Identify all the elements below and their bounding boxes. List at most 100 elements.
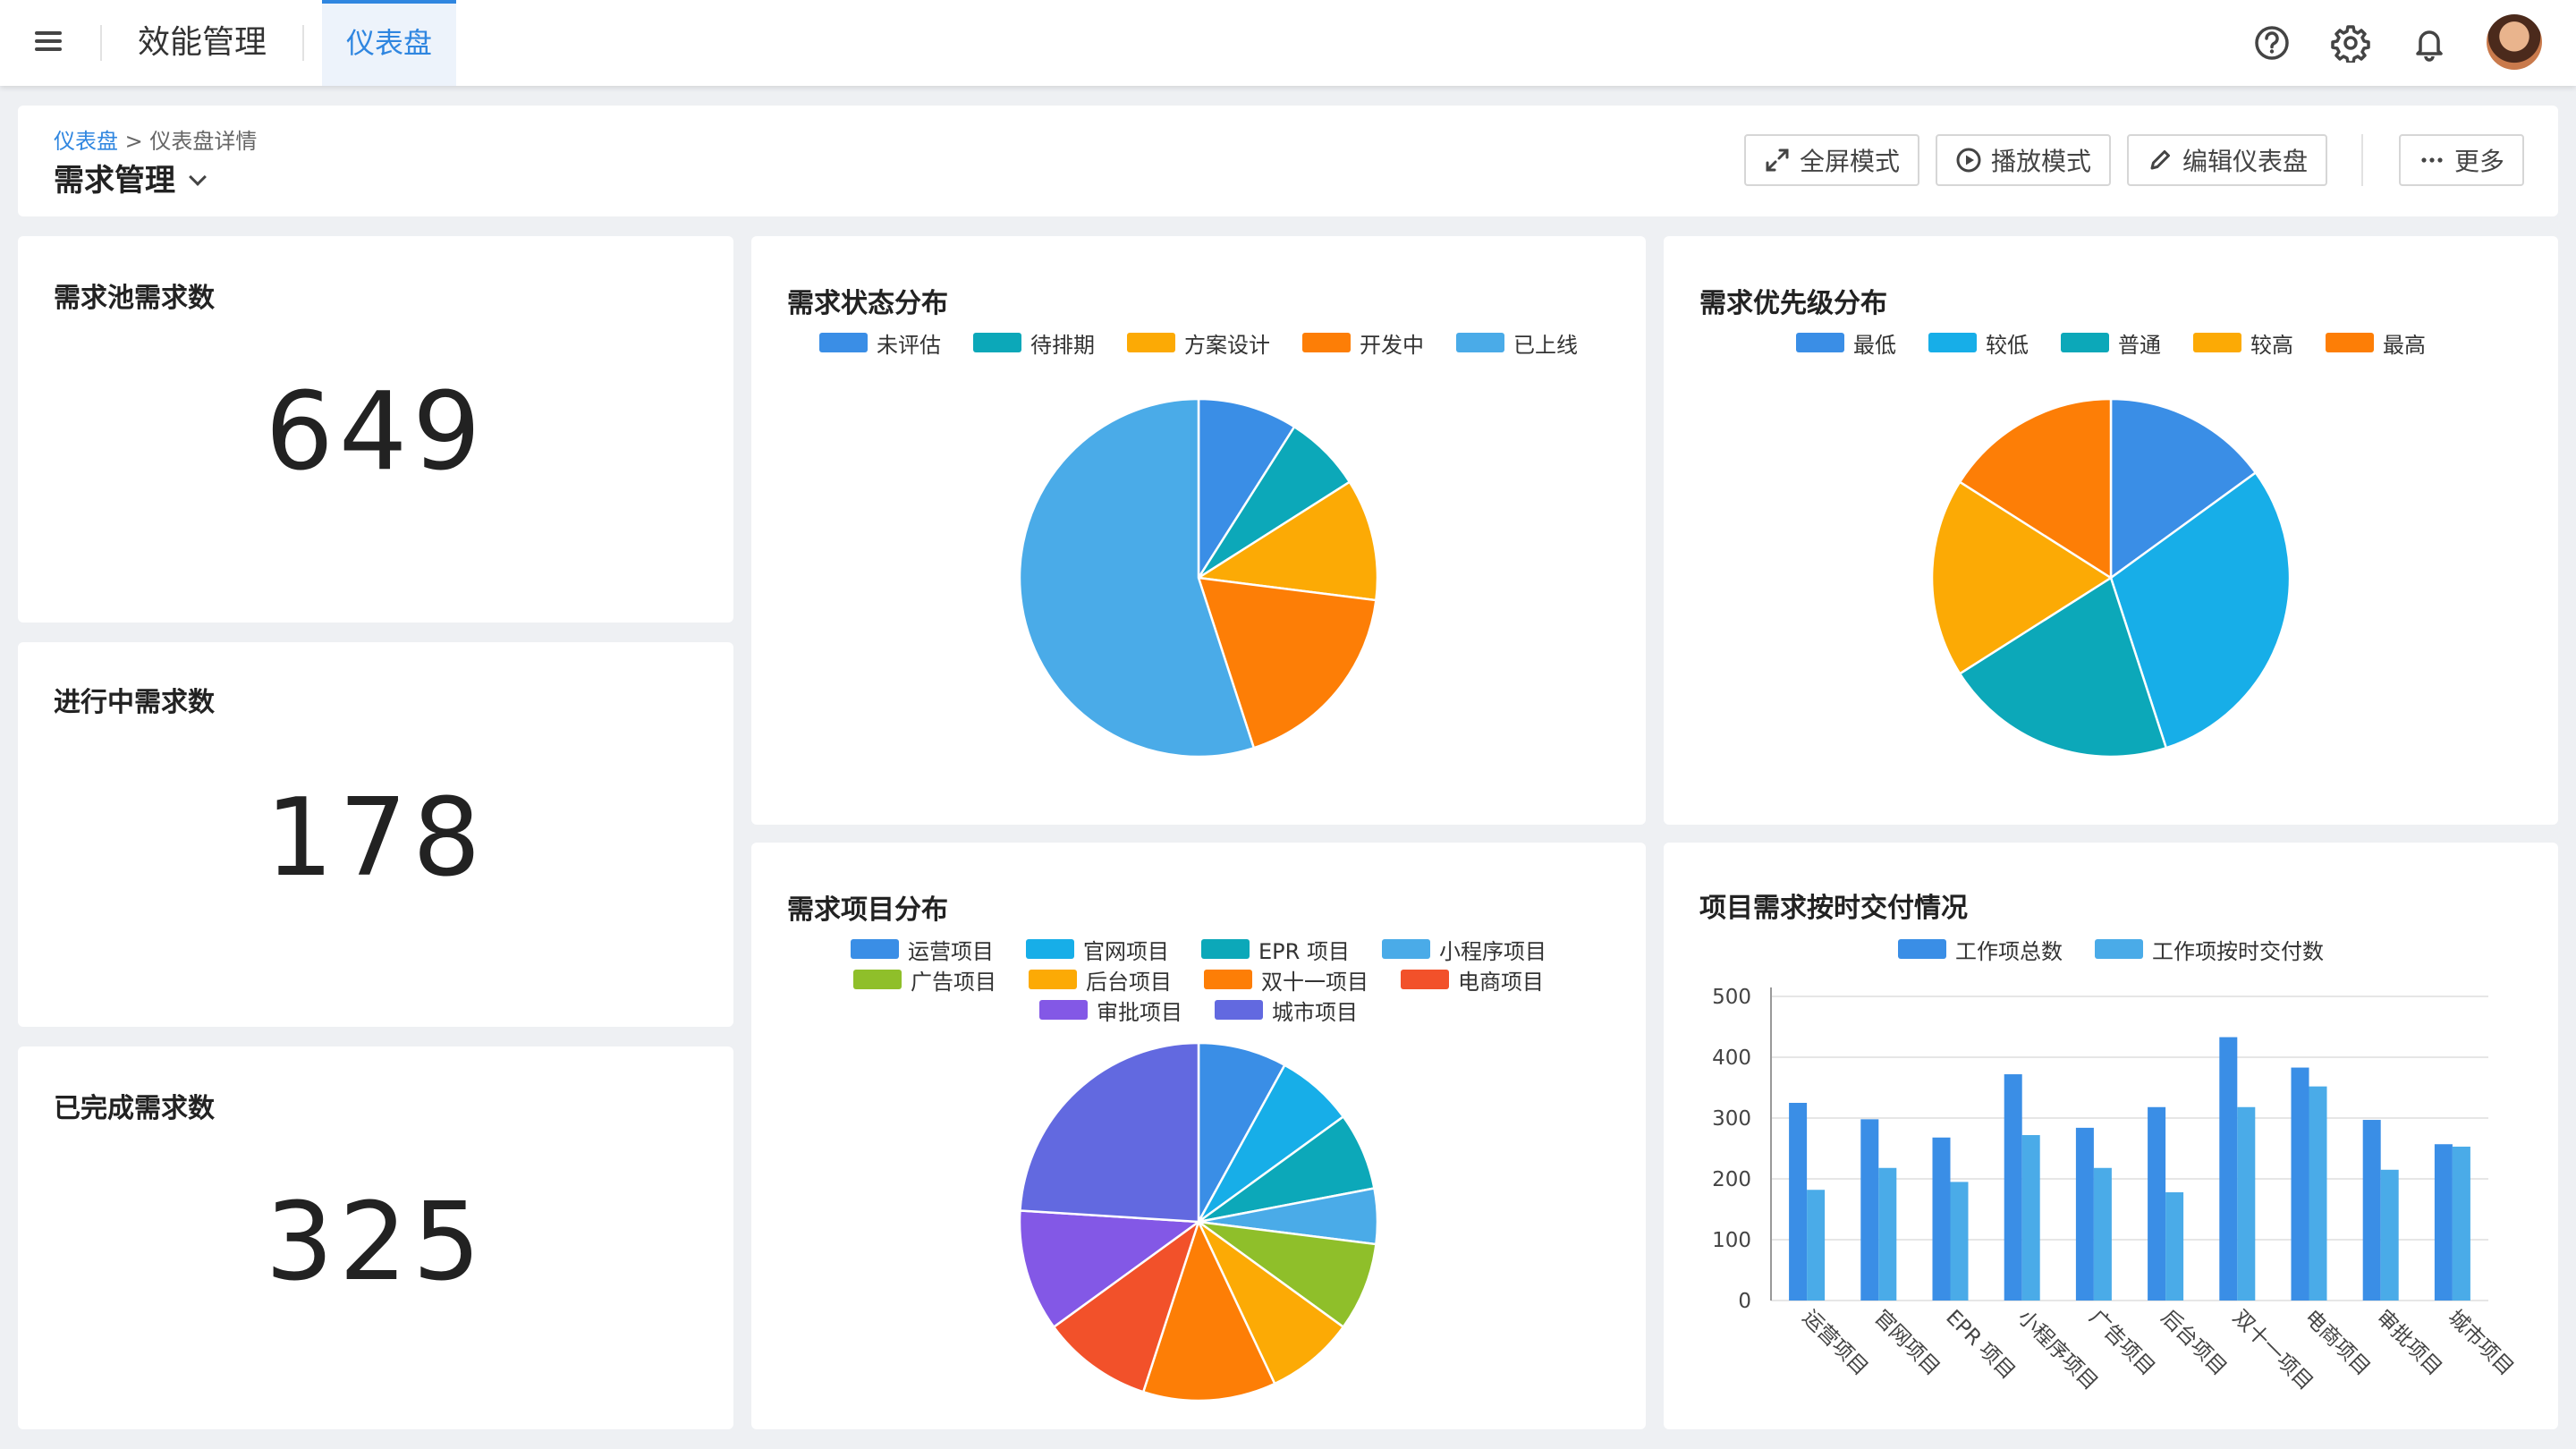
legend-item[interactable]: 电商项目 xyxy=(1401,964,1544,995)
bar[interactable] xyxy=(2219,1037,2238,1301)
bar[interactable] xyxy=(2021,1135,2040,1301)
legend-item[interactable]: 广告项目 xyxy=(853,964,996,995)
legend-item[interactable]: 运营项目 xyxy=(851,934,994,964)
bar[interactable] xyxy=(1950,1182,1969,1301)
x-tick-label: 审批项目 xyxy=(2371,1306,2445,1380)
chevron-down-icon xyxy=(189,168,207,186)
bar[interactable] xyxy=(2075,1127,2094,1301)
pie-slice[interactable] xyxy=(2109,470,2292,750)
bar[interactable] xyxy=(1878,1167,1897,1301)
app-title[interactable]: 效能管理 xyxy=(138,21,267,64)
bar[interactable] xyxy=(2165,1191,2184,1301)
legend-item[interactable]: 审批项目 xyxy=(1039,995,1182,1025)
divider xyxy=(100,25,102,61)
bar[interactable] xyxy=(1789,1103,1808,1301)
x-tick-label: 后台项目 xyxy=(2157,1306,2231,1380)
bar[interactable] xyxy=(2148,1106,2166,1301)
legend-item[interactable]: 较低 xyxy=(1928,327,2029,358)
bar[interactable] xyxy=(2434,1144,2453,1301)
legend-swatch xyxy=(1215,1000,1263,1020)
menu-icon[interactable] xyxy=(32,27,64,59)
x-tick-label: 运营项目 xyxy=(1798,1306,1872,1380)
bar[interactable] xyxy=(2309,1086,2327,1301)
bar[interactable] xyxy=(2237,1106,2256,1301)
legend-label: 较低 xyxy=(1986,332,2029,358)
pie-slice[interactable] xyxy=(1958,576,2168,758)
pie-slice[interactable] xyxy=(1018,1209,1202,1329)
legend-label: EPR 项目 xyxy=(1258,938,1350,964)
legend-item[interactable]: 普通 xyxy=(2061,327,2161,358)
gear-icon[interactable] xyxy=(2331,23,2370,63)
card-title: 已完成需求数 xyxy=(54,1093,215,1124)
pie-slice[interactable] xyxy=(1930,480,2114,675)
fullscreen-button[interactable]: 全屏模式 xyxy=(1744,134,1920,186)
legend-item[interactable]: 待排期 xyxy=(973,327,1095,358)
bar[interactable] xyxy=(1860,1119,1879,1301)
card-title: 进行中需求数 xyxy=(54,687,215,718)
legend-swatch xyxy=(1039,1000,1088,1020)
pie-slice[interactable] xyxy=(1198,1114,1376,1224)
legend-swatch xyxy=(1201,939,1250,959)
pie-slice[interactable] xyxy=(1019,1041,1200,1224)
pie-slice[interactable] xyxy=(1141,1218,1276,1402)
more-icon xyxy=(2421,157,2443,163)
legend-item[interactable]: 城市项目 xyxy=(1215,995,1358,1025)
legend-item[interactable]: 小程序项目 xyxy=(1381,934,1546,964)
legend-swatch xyxy=(1401,970,1449,989)
pie-slice[interactable] xyxy=(2109,397,2258,580)
legend-label: 未评估 xyxy=(877,332,941,358)
pie-slice[interactable] xyxy=(1198,1220,1377,1329)
bar[interactable] xyxy=(1807,1190,1826,1301)
more-button[interactable]: 更多 xyxy=(2399,134,2525,186)
pie-slice[interactable] xyxy=(1197,397,1296,582)
pie-slice[interactable] xyxy=(1197,1063,1345,1224)
bar[interactable] xyxy=(2093,1167,2112,1301)
bar[interactable] xyxy=(1932,1137,1951,1301)
chart-legend: 未评估 待排期 方案设计 开发中 已上线 xyxy=(751,327,1646,358)
bell-icon[interactable] xyxy=(2410,23,2449,63)
pie-slice[interactable] xyxy=(1198,1187,1379,1246)
chart-card-projects: 需求项目分布 运营项目 官网项目 EPR 项目 小程序项目广告项目 后台项目 双十一项目 电… xyxy=(751,843,1646,1429)
tab-dashboard[interactable]: 仪表盘 xyxy=(322,0,456,86)
divider xyxy=(302,25,304,61)
chart-title: 需求项目分布 xyxy=(787,894,948,926)
bar[interactable] xyxy=(2380,1169,2399,1301)
chart-card-status: 需求状态分布 未评估 待排期 方案设计 开发中 已上线 xyxy=(751,236,1646,825)
breadcrumb: 仪表盘 > 仪表盘详情 xyxy=(54,123,257,155)
legend-item[interactable]: 最高 xyxy=(2326,327,2426,358)
pie-slice[interactable] xyxy=(1195,480,1379,602)
pie-slice[interactable] xyxy=(1018,397,1256,758)
y-tick-label: 400 xyxy=(1712,1046,1751,1070)
pie-slice[interactable] xyxy=(1197,1041,1287,1223)
pie-slice[interactable] xyxy=(1197,1220,1345,1385)
dashboard-selector[interactable]: 需求管理 xyxy=(54,156,207,199)
legend-item[interactable]: 双十一项目 xyxy=(1204,964,1368,995)
bar[interactable] xyxy=(2452,1146,2470,1301)
legend-item[interactable]: 方案设计 xyxy=(1127,327,1270,358)
legend-label: 审批项目 xyxy=(1097,999,1182,1025)
legend-item[interactable]: 较高 xyxy=(2193,327,2293,358)
legend-item[interactable]: 官网项目 xyxy=(1026,934,1169,964)
legend-swatch xyxy=(1381,939,1430,959)
bar[interactable] xyxy=(2291,1067,2309,1301)
legend-item[interactable]: 开发中 xyxy=(1302,327,1424,358)
pie-slice[interactable] xyxy=(1197,425,1352,580)
pie-slice[interactable] xyxy=(1197,576,1377,750)
legend-item[interactable]: 最低 xyxy=(1796,327,1896,358)
bar[interactable] xyxy=(2362,1120,2381,1301)
avatar[interactable] xyxy=(2487,14,2542,70)
pie-slice[interactable] xyxy=(1958,397,2113,580)
legend-item[interactable]: 未评估 xyxy=(819,327,941,358)
pie-chart xyxy=(1018,1041,1379,1402)
breadcrumb-link[interactable]: 仪表盘 xyxy=(54,129,118,154)
legend-item[interactable]: EPR 项目 xyxy=(1201,934,1350,964)
pie-slice[interactable] xyxy=(1052,1218,1201,1394)
chart-card-delivery: 项目需求按时交付情况 工作项总数 工作项按时交付数 0 100 200 300 400 50… xyxy=(1664,843,2558,1429)
legend-item[interactable]: 后台项目 xyxy=(1029,964,1172,995)
bar[interactable] xyxy=(2004,1074,2022,1301)
edit-dashboard-button[interactable]: 编辑仪表盘 xyxy=(2127,134,2328,186)
card-title: 需求池需求数 xyxy=(54,283,215,314)
help-icon[interactable] xyxy=(2252,23,2292,63)
legend-item[interactable]: 已上线 xyxy=(1456,327,1578,358)
play-button[interactable]: 播放模式 xyxy=(1936,134,2112,186)
